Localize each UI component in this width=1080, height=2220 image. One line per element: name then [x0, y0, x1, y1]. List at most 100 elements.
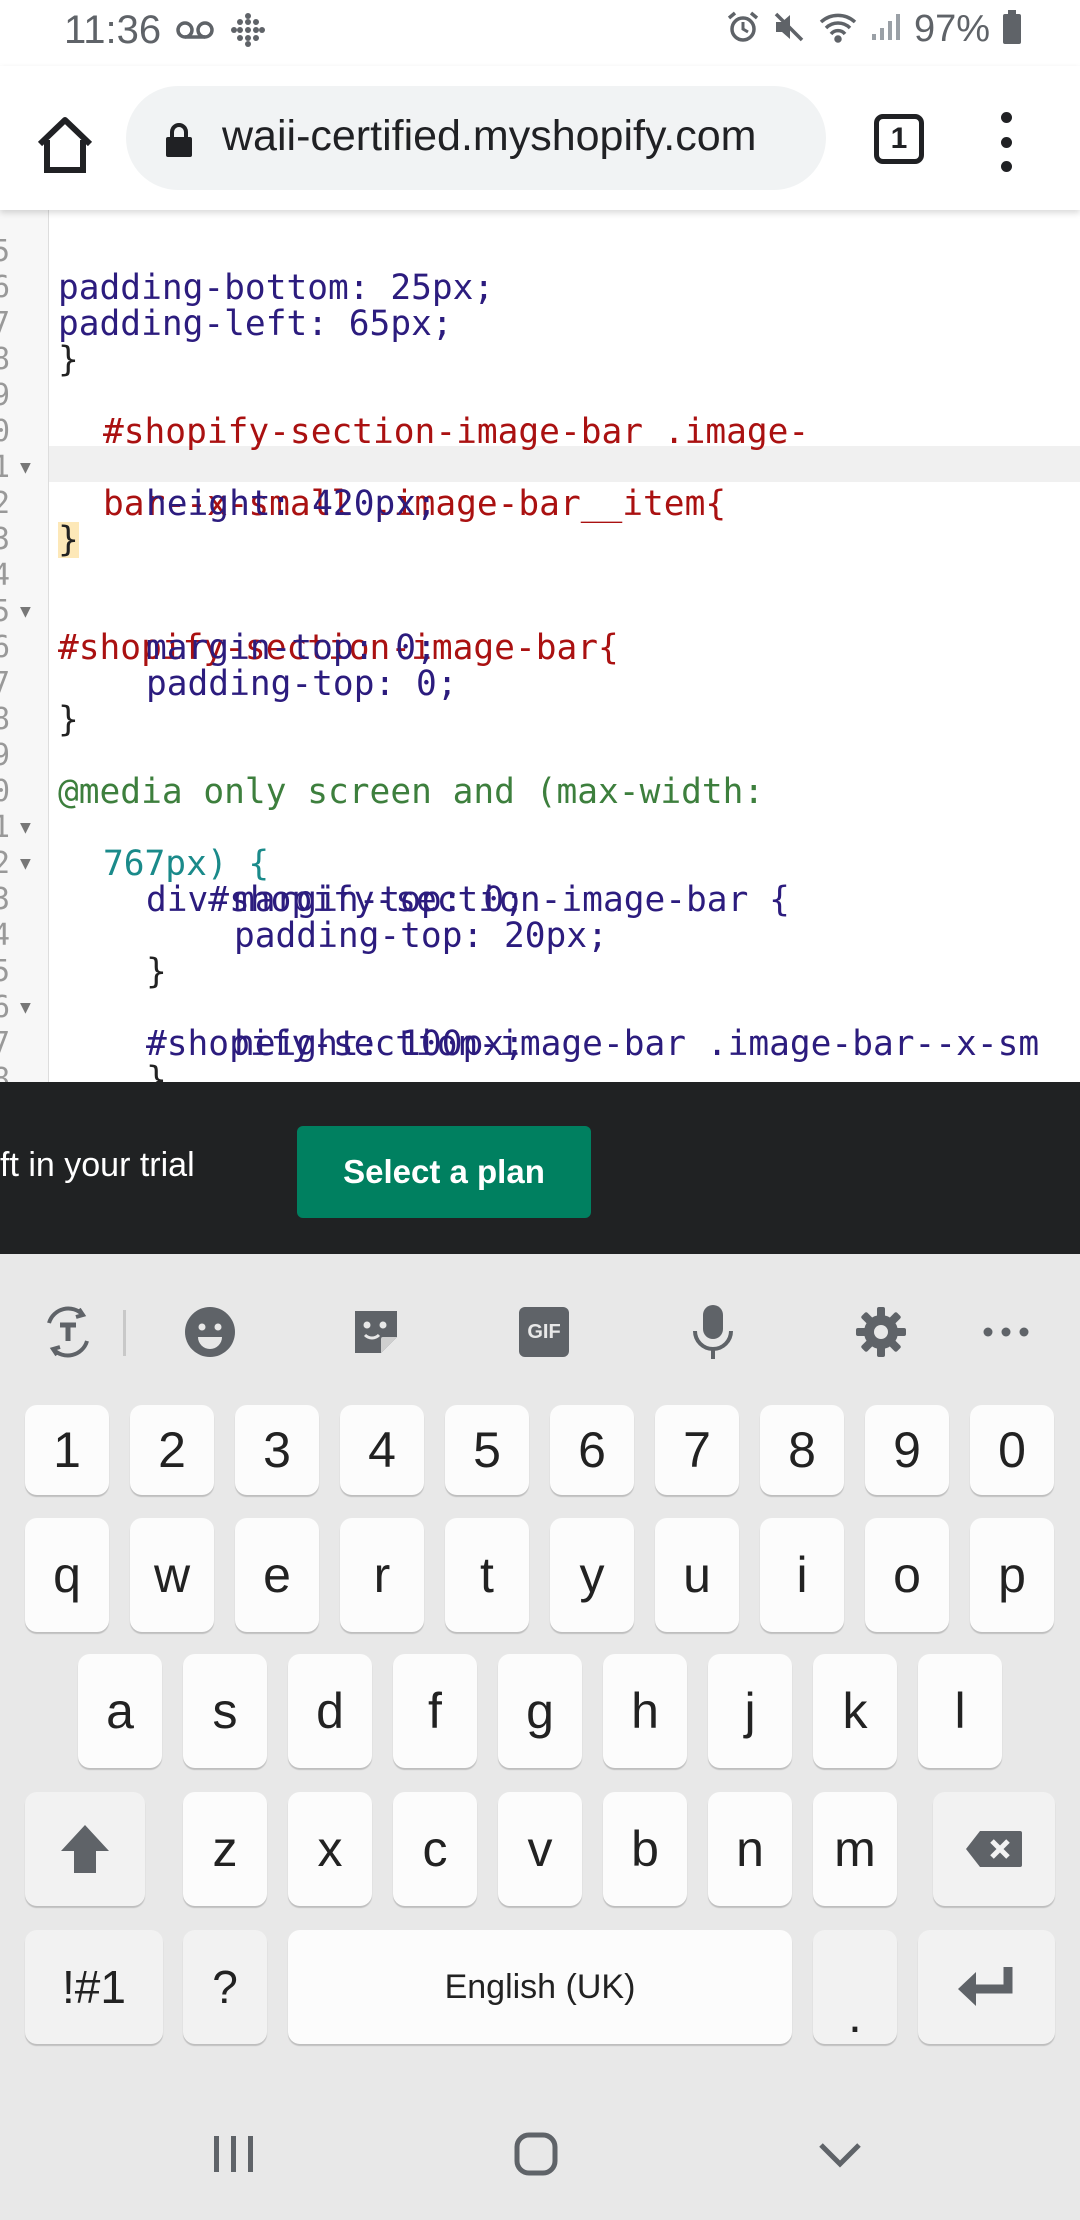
- code-line[interactable]: 5 ▼ #shopify-section-image-bar .image-ba…: [0, 918, 1080, 1062]
- key-a[interactable]: a: [78, 1654, 162, 1768]
- chevron-down-icon: [819, 2143, 861, 2168]
- code-line[interactable]: 9 #shopify-section-image-bar .image-: [0, 342, 1080, 450]
- settings-icon[interactable]: [851, 1302, 911, 1362]
- wifi-icon: [818, 11, 858, 48]
- microphone-icon[interactable]: [683, 1302, 743, 1362]
- symbols-key[interactable]: !#1: [25, 1930, 163, 2044]
- code-line[interactable]: 6 padding-top: 0;: [0, 594, 1080, 702]
- key-7[interactable]: 7: [655, 1405, 739, 1495]
- home-nav-button[interactable]: [506, 2124, 566, 2184]
- code-line[interactable]: 8: [0, 306, 1080, 377]
- backspace-icon: [966, 1831, 1022, 1867]
- enter-icon: [957, 1967, 1012, 2006]
- translate-icon[interactable]: [38, 1302, 98, 1362]
- key-n[interactable]: n: [708, 1792, 792, 1906]
- key-2[interactable]: 2: [130, 1405, 214, 1495]
- enter-key[interactable]: [918, 1930, 1055, 2044]
- key-b[interactable]: b: [603, 1792, 687, 1906]
- code-line-active[interactable]: 2 }: [0, 450, 1080, 558]
- dots-grid-icon: [230, 12, 266, 53]
- code-line[interactable]: 9 @media only screen and (max-width:: [0, 702, 1080, 810]
- emoji-icon[interactable]: [180, 1302, 240, 1362]
- key-j[interactable]: j: [708, 1654, 792, 1768]
- key-x[interactable]: x: [288, 1792, 372, 1906]
- code-line[interactable]: 0 ▼ bar--x-small .image-bar__item{: [0, 378, 1080, 522]
- code-line[interactable]: 4 }: [0, 882, 1080, 990]
- key-p[interactable]: p: [970, 1518, 1054, 1632]
- code-line[interactable]: 1 ▼ div#shopify-section-image-bar {: [0, 774, 1080, 918]
- key-f[interactable]: f: [393, 1654, 477, 1768]
- key-t[interactable]: t: [445, 1518, 529, 1632]
- css-code-editor[interactable]: 5 padding-bottom: 25px; 6 padding-left: …: [0, 210, 1080, 1082]
- code-line[interactable]: 3 padding-top: 20px;: [0, 846, 1080, 954]
- code-line[interactable]: 5 padding-bottom: 25px;: [0, 210, 1080, 306]
- recent-apps-button[interactable]: [204, 2124, 264, 2184]
- home-icon: [37, 117, 93, 173]
- key-w[interactable]: w: [130, 1518, 214, 1632]
- period-key[interactable]: .: [813, 1930, 897, 2044]
- mute-icon: [772, 10, 806, 49]
- code-line[interactable]: 6 height: 100px;: [0, 954, 1080, 1062]
- code-line[interactable]: 3: [0, 486, 1080, 557]
- more-icon[interactable]: [976, 1302, 1036, 1362]
- toolbar-divider: [123, 1310, 126, 1356]
- select-plan-button[interactable]: Select a plan: [297, 1126, 591, 1218]
- battery-percent: 97%: [913, 8, 990, 50]
- shift-key[interactable]: [25, 1792, 145, 1906]
- code-line[interactable]: 7 }: [0, 990, 1080, 1082]
- key-u[interactable]: u: [655, 1518, 739, 1632]
- system-nav-bar: [0, 2084, 1080, 2220]
- clock: 11:36: [64, 8, 162, 52]
- key-k[interactable]: k: [813, 1654, 897, 1768]
- home-button[interactable]: [30, 110, 100, 180]
- key-i[interactable]: i: [760, 1518, 844, 1632]
- code-line[interactable]: 6 padding-left: 65px;: [0, 234, 1080, 342]
- key-v[interactable]: v: [498, 1792, 582, 1906]
- browser-menu-button[interactable]: [990, 112, 1022, 172]
- menu-dot: [1000, 112, 1012, 123]
- key-z[interactable]: z: [183, 1792, 267, 1906]
- key-c[interactable]: c: [393, 1792, 477, 1906]
- key-o[interactable]: o: [865, 1518, 949, 1632]
- key-6[interactable]: 6: [550, 1405, 634, 1495]
- key-r[interactable]: r: [340, 1518, 424, 1632]
- backspace-key[interactable]: [933, 1792, 1055, 1906]
- key-e[interactable]: e: [235, 1518, 319, 1632]
- code-line[interactable]: 8 }: [0, 1026, 1080, 1082]
- key-s[interactable]: s: [183, 1654, 267, 1768]
- code-line[interactable]: 8: [0, 666, 1080, 737]
- key-h[interactable]: h: [603, 1654, 687, 1768]
- code-line[interactable]: 7 }: [0, 630, 1080, 738]
- key-d[interactable]: d: [288, 1654, 372, 1768]
- battery-icon: [1002, 10, 1022, 49]
- trial-banner: ft in your trial Select a plan: [0, 1082, 1080, 1254]
- key-1[interactable]: 1: [25, 1405, 109, 1495]
- key-q[interactable]: q: [25, 1518, 109, 1632]
- question-key[interactable]: ?: [183, 1930, 267, 2044]
- back-nav-button[interactable]: [810, 2124, 870, 2184]
- space-key[interactable]: English (UK): [288, 1930, 792, 2044]
- key-3[interactable]: 3: [235, 1405, 319, 1495]
- key-y[interactable]: y: [550, 1518, 634, 1632]
- home-square-icon: [514, 2132, 558, 2176]
- gif-icon[interactable]: GIF: [514, 1302, 574, 1362]
- sticker-icon[interactable]: [346, 1302, 406, 1362]
- key-0[interactable]: 0: [970, 1405, 1054, 1495]
- address-bar[interactable]: waii-certified.myshopify.com: [126, 86, 826, 190]
- key-m[interactable]: m: [813, 1792, 897, 1906]
- tab-switcher-button[interactable]: 1: [874, 114, 924, 164]
- key-8[interactable]: 8: [760, 1405, 844, 1495]
- key-9[interactable]: 9: [865, 1405, 949, 1495]
- key-4[interactable]: 4: [340, 1405, 424, 1495]
- key-g[interactable]: g: [498, 1654, 582, 1768]
- alarm-icon: [726, 10, 760, 49]
- code-line[interactable]: 2 margin-top: 0;: [0, 810, 1080, 918]
- code-line[interactable]: 1 height: 420px;: [0, 414, 1080, 522]
- key-5[interactable]: 5: [445, 1405, 529, 1495]
- code-line[interactable]: 0 ▼ 767px) {: [0, 738, 1080, 882]
- shift-icon: [61, 1825, 109, 1873]
- code-line[interactable]: 4 ▼ #shopify-section-image-bar{: [0, 522, 1080, 666]
- code-line[interactable]: 7 }: [0, 270, 1080, 378]
- code-line[interactable]: 5 margin-top: 0;: [0, 558, 1080, 666]
- key-l[interactable]: l: [918, 1654, 1002, 1768]
